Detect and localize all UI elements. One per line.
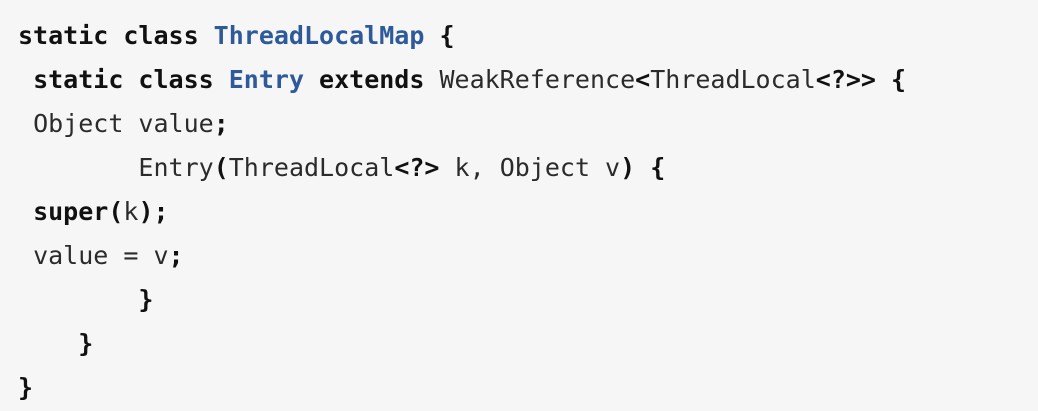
code-token-punc: < bbox=[635, 65, 651, 94]
code-line: static class ThreadLocalMap { bbox=[18, 14, 1038, 58]
code-line: super(k); bbox=[18, 190, 1038, 234]
code-token-plain: Entry bbox=[138, 153, 214, 182]
code-block: static class ThreadLocalMap { static cla… bbox=[0, 0, 1038, 411]
code-token-plain: k bbox=[123, 197, 139, 226]
code-token-kw: extends bbox=[304, 65, 440, 94]
code-token-plain: ThreadLocal bbox=[650, 65, 816, 94]
code-token-plain: ThreadLocal bbox=[228, 153, 395, 182]
code-line: } bbox=[18, 278, 1038, 322]
code-token-punc: ); bbox=[138, 197, 169, 226]
code-token-kw: static class bbox=[18, 21, 214, 50]
code-token-kw: static class bbox=[33, 65, 229, 94]
code-token-plain: WeakReference bbox=[439, 65, 636, 94]
code-token-punc: ) { bbox=[620, 153, 666, 182]
code-token-punc: } bbox=[78, 329, 94, 358]
code-token-type: Entry bbox=[228, 65, 304, 94]
code-token-type: ThreadLocalMap bbox=[213, 21, 425, 50]
code-token-plain: value = v bbox=[33, 241, 169, 270]
code-token-punc: <?>> { bbox=[815, 65, 907, 94]
code-token-punc: } bbox=[138, 285, 154, 314]
code-token-punc: ( bbox=[108, 197, 124, 226]
code-line: Object value; bbox=[18, 102, 1038, 146]
code-line: } bbox=[18, 366, 1038, 410]
code-token-punc: } bbox=[18, 373, 34, 402]
code-token-plain: Object value bbox=[33, 109, 214, 138]
code-token-punc: ; bbox=[213, 109, 229, 138]
code-line: value = v; bbox=[18, 234, 1038, 278]
code-token-punc: { bbox=[424, 21, 455, 50]
code-line: } bbox=[18, 322, 1038, 366]
code-token-kw: super bbox=[33, 197, 109, 226]
code-token-punc: ( bbox=[213, 153, 229, 182]
code-token-plain: k, Object v bbox=[439, 153, 621, 182]
code-token-punc: ; bbox=[168, 241, 184, 270]
code-line: static class Entry extends WeakReference… bbox=[18, 58, 1038, 102]
code-line: Entry(ThreadLocal<?> k, Object v) { bbox=[18, 146, 1038, 190]
code-token-punc: <?> bbox=[394, 153, 440, 182]
